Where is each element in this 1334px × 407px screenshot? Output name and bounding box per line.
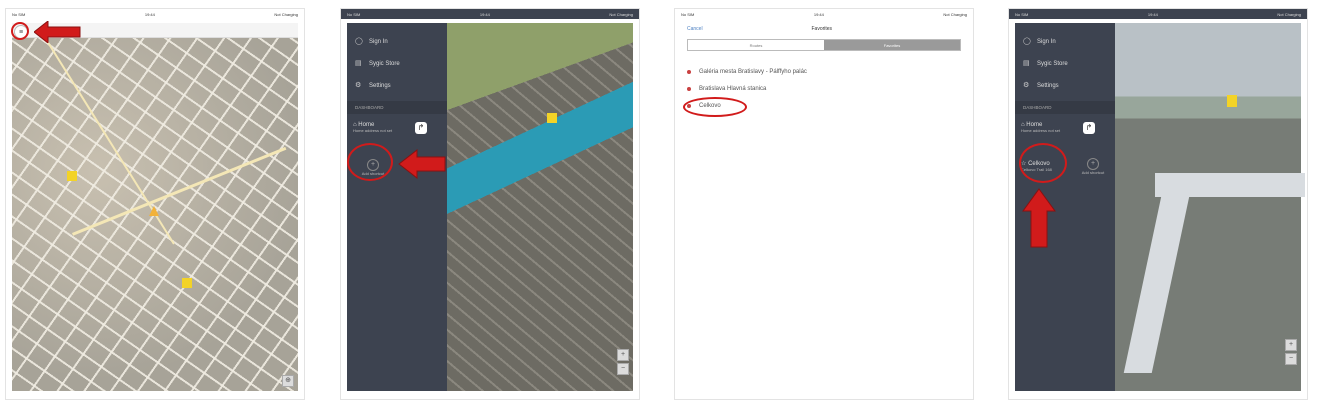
home-shortcut[interactable]: ⌂ Home Home address not set [353, 122, 393, 133]
home-sublabel: Home address not set [353, 128, 393, 133]
menu-item-label: Sygic Store [369, 61, 400, 67]
zoom-out-button[interactable]: − [617, 363, 629, 375]
status-left: No SIM [347, 11, 361, 17]
page-title: Favorites [811, 26, 833, 32]
red-arrow-up-icon [1022, 188, 1056, 248]
menu-item-settings[interactable]: ⚙ Settings [347, 75, 447, 97]
status-bar: No SIM 19:44 Not Charging [341, 9, 639, 19]
add-shortcut-label: Add shortcut [1081, 170, 1105, 175]
gear-icon: ⚙ [1023, 82, 1030, 89]
nav-bar: Cancel Favorites [681, 23, 967, 35]
add-shortcut-button[interactable]: + Add shortcut [1075, 158, 1111, 175]
map-view-3d[interactable]: + − [1115, 23, 1305, 391]
status-right: Not Charging [609, 11, 633, 17]
status-bar: No SIM 19:44 Not Charging [675, 9, 973, 19]
menu-item-sign-in[interactable]: ◯ Sign In [347, 31, 447, 53]
red-arrow-icon [34, 21, 81, 43]
status-time: 19:44 [1147, 11, 1158, 17]
side-menu: ◯ Sign In ▤ Sygic Store ⚙ Settings DASHB… [347, 23, 447, 391]
screenshot-panel-menu-with-favorite: No SIM 19:44 Not Charging + − ◯ Sign In … [1008, 8, 1308, 400]
turn-right-icon[interactable]: ↱ [1083, 122, 1095, 134]
favorite-label: Galéria mesta Bratislavy - Pálffyho palá… [699, 68, 807, 75]
status-time: 19:44 [813, 11, 824, 17]
map-road [1123, 173, 1195, 373]
highlight-circle [11, 22, 29, 40]
status-right: Not Charging [943, 11, 967, 17]
home-sublabel: Home address not set [1021, 128, 1061, 133]
status-left: No SIM [1015, 11, 1029, 17]
compass-icon[interactable]: ⊕ [282, 375, 294, 387]
cancel-button[interactable]: Cancel [687, 26, 703, 32]
home-shortcut[interactable]: ⌂ Home Home address not set [1021, 122, 1061, 133]
highlight-circle [683, 97, 747, 117]
map-road [72, 146, 287, 236]
red-arrow-icon [398, 149, 446, 179]
menu-item-label: Settings [369, 83, 391, 89]
menu-item-label: Sign In [1037, 39, 1056, 45]
menu-item-label: Sign In [369, 39, 388, 45]
status-left: No SIM [681, 11, 695, 17]
gear-icon: ⚙ [355, 82, 362, 89]
map-road [1155, 173, 1305, 197]
favorite-label: Bratislava Hlavná stanica [699, 85, 767, 92]
traffic-icon [1227, 95, 1237, 107]
plus-icon: + [1087, 158, 1099, 170]
menu-item-sign-in[interactable]: ◯ Sign In [1015, 31, 1115, 53]
status-time: 19:44 [144, 11, 155, 17]
zoom-in-button[interactable]: + [1285, 339, 1297, 351]
turn-right-icon[interactable]: ↱ [415, 122, 427, 134]
position-marker-icon [149, 206, 159, 216]
store-icon: ▤ [355, 60, 362, 67]
screenshot-panel-map: No SIM 19:44 Not Charging ⊕ ≡ [5, 8, 305, 400]
map-view[interactable]: ⊕ [12, 23, 298, 391]
menu-item-label: Sygic Store [1037, 61, 1068, 67]
status-right: Not Charging [1277, 11, 1301, 17]
status-bar: No SIM 19:44 Not Charging [6, 9, 304, 19]
screenshot-panel-menu: No SIM 19:44 Not Charging + − ◯ Sign In … [340, 8, 640, 400]
menu-item-settings[interactable]: ⚙ Settings [1015, 75, 1115, 97]
pin-icon [687, 69, 691, 74]
menu-item-store[interactable]: ▤ Sygic Store [1015, 53, 1115, 75]
traffic-icon [547, 113, 557, 123]
segment-routes[interactable]: Routes [688, 40, 824, 50]
segmented-control: Routes Favorites [687, 39, 961, 51]
pin-icon [687, 86, 691, 91]
user-icon: ◯ [355, 38, 363, 45]
store-icon: ▤ [1023, 60, 1030, 67]
zoom-in-button[interactable]: + [617, 349, 629, 361]
status-right: Not Charging [274, 11, 298, 17]
menu-item-store[interactable]: ▤ Sygic Store [347, 53, 447, 75]
status-bar: No SIM 19:44 Not Charging [1009, 9, 1307, 19]
segment-favorites[interactable]: Favorites [824, 40, 960, 50]
status-time: 19:44 [479, 11, 490, 17]
highlight-circle [1019, 143, 1067, 183]
menu-item-label: Settings [1037, 83, 1059, 89]
dashboard-header: DASHBOARD [347, 101, 447, 114]
dashboard-header: DASHBOARD [1015, 101, 1115, 114]
list-item[interactable]: Galéria mesta Bratislavy - Pálffyho palá… [687, 63, 961, 80]
list-item[interactable]: Bratislava Hlavná stanica [687, 80, 961, 97]
highlight-circle [347, 143, 393, 181]
status-left: No SIM [12, 11, 26, 17]
zoom-out-button[interactable]: − [1285, 353, 1297, 365]
traffic-icon [67, 171, 77, 181]
screenshot-panel-favorites: No SIM 19:44 Not Charging Cancel Favorit… [674, 8, 974, 400]
map-view[interactable]: + − [447, 23, 633, 391]
user-icon: ◯ [1023, 38, 1031, 45]
traffic-icon [182, 278, 192, 288]
